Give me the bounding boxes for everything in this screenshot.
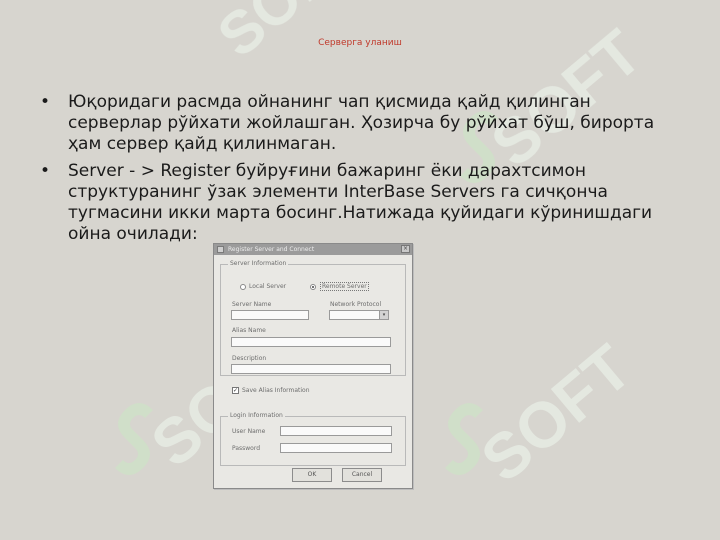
local-server-label: Local Server xyxy=(249,283,287,290)
remote-server-radio[interactable] xyxy=(310,284,316,290)
server-name-input[interactable] xyxy=(231,310,309,320)
register-server-dialog: Register Server and Connect × Server Inf… xyxy=(213,243,413,489)
chevron-down-icon: ▾ xyxy=(379,311,388,319)
user-name-input[interactable] xyxy=(280,426,392,436)
server-info-label: Server Information xyxy=(228,260,289,267)
bullet-dot: • xyxy=(40,161,51,181)
cancel-button[interactable]: Cancel xyxy=(342,468,382,482)
bullet-list: • Юқоридаги расмда ойнанинг чап қисмида … xyxy=(40,92,690,251)
slide-title: Серверга уланиш xyxy=(318,38,402,48)
save-alias-checkbox[interactable]: ✓ xyxy=(232,387,239,394)
bullet-text: Server - > Register буйруғини бажаринг ё… xyxy=(68,161,653,244)
alias-name-input[interactable] xyxy=(231,337,391,347)
remote-server-label: Remote Server xyxy=(320,282,369,291)
password-label: Password xyxy=(232,445,261,452)
bullet-dot: • xyxy=(40,92,51,112)
login-info-group xyxy=(220,416,406,466)
server-name-label: Server Name xyxy=(232,301,272,308)
svg-text:SOFT: SOFT xyxy=(205,0,371,70)
app-icon xyxy=(217,246,224,253)
user-name-label: User Name xyxy=(232,428,266,435)
login-info-label: Login Information xyxy=(228,412,285,419)
svg-text:SOFT: SOFT xyxy=(468,331,645,496)
bullet-item: • Юқоридаги расмда ойнанинг чап қисмида … xyxy=(40,92,690,155)
save-alias-label: Save Alias Information xyxy=(242,387,310,394)
alias-name-label: Alias Name xyxy=(232,327,266,334)
bullet-item: • Server - > Register буйруғини бажаринг… xyxy=(40,161,690,245)
password-input[interactable] xyxy=(280,443,392,453)
bullet-text: Юқоридаги расмда ойнанинг чап қисмида қа… xyxy=(68,92,655,154)
network-protocol-select[interactable]: ▾ xyxy=(329,310,389,320)
close-icon[interactable]: × xyxy=(401,245,410,253)
dialog-title: Register Server and Connect xyxy=(228,246,315,253)
network-protocol-label: Network Protocol xyxy=(330,301,382,308)
ok-button[interactable]: OK xyxy=(292,468,332,482)
description-label: Description xyxy=(232,355,267,362)
description-input[interactable] xyxy=(231,364,391,374)
dialog-titlebar: Register Server and Connect × xyxy=(214,244,412,255)
local-server-radio[interactable] xyxy=(240,284,246,290)
